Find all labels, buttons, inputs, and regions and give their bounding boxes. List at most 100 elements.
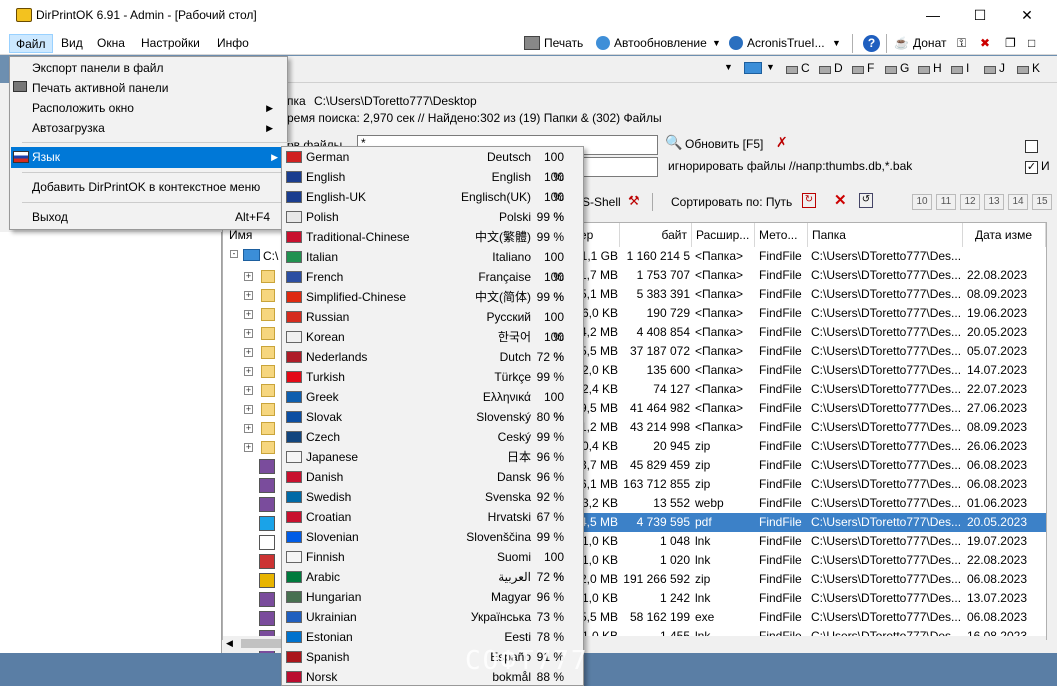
preset-button[interactable]: 10 bbox=[912, 194, 932, 210]
delete-icon[interactable]: ✕ bbox=[834, 191, 847, 209]
language-option[interactable]: Italian Italiano 100 % bbox=[282, 247, 583, 284]
cell-bytes: 4 408 854 bbox=[636, 325, 690, 339]
cell-method: FindFile bbox=[759, 287, 802, 301]
menu-settings[interactable]: Настройки bbox=[135, 34, 206, 53]
expand-toggle[interactable]: + bbox=[244, 386, 253, 395]
column-header-folder[interactable]: Папка bbox=[808, 223, 963, 247]
language-option[interactable]: Nederlands Dutch 72 % bbox=[282, 347, 583, 367]
cell-date: 22.08.2023 bbox=[966, 553, 1027, 567]
language-option[interactable]: Ukrainian Українська 73 % bbox=[282, 607, 583, 627]
expand-toggle[interactable]: + bbox=[244, 272, 253, 281]
restore-panel-icon[interactable]: ❐ bbox=[1005, 34, 1016, 53]
refresh-icon[interactable]: ↺ bbox=[859, 193, 873, 208]
column-header-ext[interactable]: Расшир... bbox=[692, 223, 755, 247]
column-header-bytes[interactable]: байт bbox=[620, 223, 692, 247]
print-panel-item[interactable]: Печать активной панели bbox=[32, 78, 309, 98]
expand-toggle[interactable]: + bbox=[244, 443, 253, 452]
expand-toggle[interactable]: + bbox=[244, 329, 253, 338]
sort-button[interactable]: Сортировать по: Путь bbox=[671, 195, 792, 209]
acronis-button[interactable]: AcronisTrueI... bbox=[747, 34, 825, 53]
language-option[interactable]: Slovak Slovenský 80 % bbox=[282, 407, 583, 427]
monitor-icon[interactable] bbox=[744, 62, 762, 74]
language-option[interactable]: Swedish Svenska 92 % bbox=[282, 487, 583, 507]
expand-toggle[interactable]: + bbox=[244, 424, 253, 433]
language-option[interactable]: Arabic العربية 72 % bbox=[282, 567, 583, 587]
minimize-button[interactable]: — bbox=[910, 0, 956, 31]
language-option[interactable]: Croatian Hrvatski 67 % bbox=[282, 507, 583, 527]
language-option[interactable]: Simplified-Chinese 中文(简体) 99 % bbox=[282, 287, 583, 307]
menu-view[interactable]: Вид bbox=[55, 34, 89, 53]
donate-button[interactable]: Донат bbox=[913, 34, 946, 53]
language-option[interactable]: Czech Ceský 99 % bbox=[282, 427, 583, 447]
preset-button[interactable]: 11 bbox=[936, 194, 956, 210]
language-option[interactable]: German Deutsch 100 % bbox=[282, 147, 583, 184]
export-panel-item[interactable]: Экспорт панели в файл bbox=[32, 58, 309, 78]
cell-method: FindFile bbox=[759, 401, 802, 415]
language-option[interactable]: Japanese 日本 96 % bbox=[282, 447, 583, 467]
option-checkbox[interactable] bbox=[1025, 140, 1038, 153]
tree-root-label[interactable]: C:\ bbox=[263, 247, 283, 266]
chevron-down-icon[interactable]: ▼ bbox=[832, 34, 841, 53]
language-option[interactable]: Estonian Eesti 78 % bbox=[282, 627, 583, 647]
cell-folder: C:\Users\DToretto777\Des... bbox=[811, 363, 961, 377]
menu-info[interactable]: Инфо bbox=[211, 34, 255, 53]
column-header-method[interactable]: Мето... bbox=[755, 223, 808, 247]
expand-toggle[interactable]: + bbox=[244, 291, 253, 300]
language-option[interactable]: Russian Русский 100 % bbox=[282, 307, 583, 344]
scroll-left-icon[interactable]: ◀ bbox=[226, 638, 233, 649]
column-header-date[interactable]: Дата изме bbox=[963, 223, 1046, 247]
chevron-down-icon[interactable]: ▼ bbox=[712, 34, 721, 53]
expand-toggle[interactable]: + bbox=[244, 310, 253, 319]
language-option[interactable]: Finnish Suomi 100 % bbox=[282, 547, 583, 584]
flag-icon bbox=[286, 191, 302, 203]
expand-toggle[interactable]: + bbox=[244, 348, 253, 357]
help-icon[interactable]: ? bbox=[863, 35, 880, 52]
autoupdate-button[interactable]: Автообновление bbox=[614, 34, 707, 53]
close-panel-icon[interactable]: ✖ bbox=[980, 34, 990, 53]
menu-windows[interactable]: Окна bbox=[91, 34, 131, 53]
shell-button[interactable]: S-Shell bbox=[582, 195, 621, 209]
maximize-panel-icon[interactable]: □ bbox=[1028, 34, 1035, 53]
sort-direction-icon[interactable]: ↻ bbox=[802, 193, 816, 208]
language-option[interactable]: Polish Polski 99 % bbox=[282, 207, 583, 227]
preset-button[interactable]: 13 bbox=[984, 194, 1004, 210]
refresh-button[interactable]: Обновить [F5] bbox=[685, 137, 763, 151]
language-item[interactable]: Язык ▶ bbox=[11, 147, 287, 168]
language-native: Türkçe bbox=[494, 370, 531, 384]
language-option[interactable]: Traditional-Chinese 中文(繁體) 99 % bbox=[282, 227, 583, 247]
cell-date: 08.09.2023 bbox=[966, 287, 1027, 301]
language-option[interactable]: Danish Dansk 96 % bbox=[282, 467, 583, 487]
language-option[interactable]: English English 100 % bbox=[282, 167, 583, 204]
chevron-down-icon[interactable]: ▼ bbox=[766, 62, 775, 72]
expand-toggle[interactable]: + bbox=[244, 405, 253, 414]
menu-file[interactable]: Файл bbox=[9, 34, 53, 53]
autoload-item[interactable]: Автозагрузка ▶ bbox=[32, 118, 282, 138]
language-option[interactable]: Hungarian Magyar 96 % bbox=[282, 587, 583, 607]
language-option[interactable]: English-UK Englisch(UK) 100 % bbox=[282, 187, 583, 224]
chevron-down-icon[interactable]: ▼ bbox=[724, 62, 733, 72]
exit-item[interactable]: Выход Alt+F4 bbox=[32, 207, 280, 227]
preset-button[interactable]: 15 bbox=[1032, 194, 1052, 210]
print-button[interactable]: Печать bbox=[544, 34, 583, 53]
tool-icon[interactable]: ⚒ bbox=[628, 193, 640, 209]
close-button[interactable]: ✕ bbox=[1004, 0, 1050, 31]
arrange-window-item[interactable]: Расположить окно ▶ bbox=[32, 98, 282, 118]
language-option[interactable]: Turkish Türkçe 99 % bbox=[282, 367, 583, 387]
ignore-checkbox[interactable]: ✓ bbox=[1025, 161, 1038, 174]
expand-toggle[interactable]: + bbox=[244, 367, 253, 376]
preset-button[interactable]: 12 bbox=[960, 194, 980, 210]
language-option[interactable]: Slovenian Slovenščina 99 % bbox=[282, 527, 583, 547]
maximize-button[interactable]: ☐ bbox=[957, 0, 1003, 31]
language-option[interactable]: Greek Ελληνικά 100 % bbox=[282, 387, 583, 424]
context-menu-item[interactable]: Добавить DirPrintOK в контекстное меню bbox=[32, 177, 309, 197]
collapse-toggle[interactable]: - bbox=[230, 250, 238, 258]
cell-method: FindFile bbox=[759, 534, 802, 548]
key-icon[interactable]: ⚿ bbox=[957, 34, 966, 53]
scroll-thumb[interactable] bbox=[241, 639, 281, 648]
preset-button[interactable]: 14 bbox=[1008, 194, 1028, 210]
cell-method: FindFile bbox=[759, 344, 802, 358]
language-option[interactable]: French Française 100 % bbox=[282, 267, 583, 304]
language-option[interactable]: Korean 한국어 100 % bbox=[282, 327, 583, 364]
tool-icon[interactable]: ✗ bbox=[776, 134, 788, 151]
folder-icon bbox=[261, 384, 275, 397]
